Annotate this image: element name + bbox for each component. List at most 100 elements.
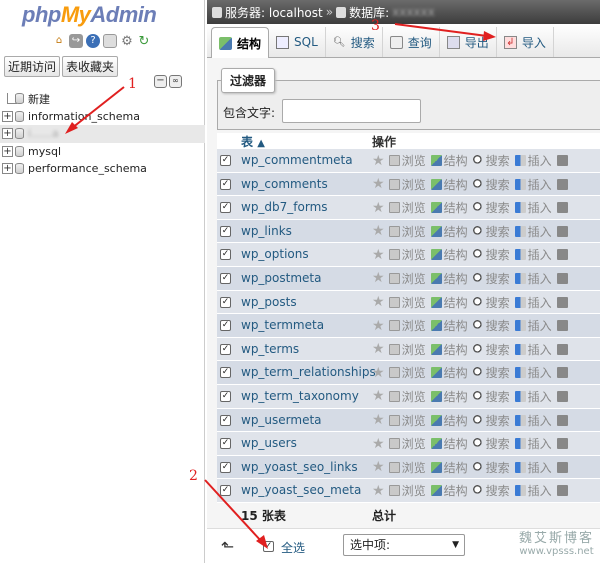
browse-action[interactable]: 浏览	[388, 176, 426, 193]
table-name-link[interactable]: wp_options	[241, 247, 309, 261]
insert-action[interactable]: 插入	[514, 152, 552, 169]
expand-icon[interactable]: +	[2, 145, 13, 157]
table-name-link[interactable]: wp_yoast_seo_meta	[241, 483, 361, 497]
table-row[interactable]: ✓ wp_term_taxonomy ★ 浏览 结构 搜索 插入	[217, 384, 600, 409]
tree-item-new[interactable]: 新建	[0, 90, 205, 108]
star-icon[interactable]: ★	[372, 460, 385, 474]
table-row[interactable]: ✓ wp_termmeta ★ 浏览 结构 搜索 插入	[217, 314, 600, 338]
structure-action[interactable]: 结构	[430, 294, 468, 311]
row-checkbox[interactable]: ✓	[220, 461, 231, 473]
star-icon[interactable]: ★	[372, 224, 385, 238]
browse-action[interactable]: 浏览	[388, 223, 426, 240]
empty-action[interactable]	[556, 414, 570, 426]
empty-action[interactable]	[556, 272, 570, 284]
empty-action[interactable]	[556, 155, 570, 166]
insert-action[interactable]: 插入	[514, 482, 552, 499]
row-checkbox[interactable]: ✓	[220, 320, 231, 332]
tree-item-information-schema[interactable]: + information_schema	[0, 108, 205, 126]
recent-tables-button[interactable]: 近期访问	[4, 56, 61, 77]
star-icon[interactable]: ★	[372, 154, 385, 168]
insert-action[interactable]: 插入	[514, 294, 552, 311]
settings-icon[interactable]: ⚙	[120, 34, 134, 48]
tab-query[interactable]: 查询	[383, 27, 440, 57]
row-checkbox[interactable]: ✓	[220, 225, 231, 237]
table-row[interactable]: ✓ wp_comments ★ 浏览 结构 搜索 插入	[217, 172, 600, 197]
breadcrumb-server[interactable]: 服务器: localhost	[225, 4, 323, 21]
structure-action[interactable]: 结构	[430, 482, 468, 499]
search-action[interactable]: 搜索	[472, 294, 510, 311]
star-icon[interactable]: ★	[372, 437, 385, 451]
insert-action[interactable]: 插入	[514, 246, 552, 263]
table-row[interactable]: ✓ wp_users ★ 浏览 结构 搜索 插入	[217, 432, 600, 456]
structure-action[interactable]: 结构	[430, 435, 468, 452]
browse-action[interactable]: 浏览	[388, 152, 426, 169]
table-row[interactable]: ✓ wp_db7_forms ★ 浏览 结构 搜索 插入	[217, 196, 600, 220]
tab-structure[interactable]: 结构	[211, 27, 270, 58]
empty-action[interactable]	[556, 225, 570, 237]
table-row[interactable]: ✓ wp_yoast_seo_meta ★ 浏览 结构 搜索 插入	[217, 479, 600, 503]
insert-action[interactable]: 插入	[514, 270, 552, 287]
search-action[interactable]: 搜索	[472, 412, 510, 429]
row-checkbox[interactable]: ✓	[220, 485, 231, 497]
tree-item-selected-db[interactable]: + i......a	[0, 125, 205, 143]
table-row[interactable]: ✓ wp_links ★ 浏览 结构 搜索 插入	[217, 219, 600, 244]
star-icon[interactable]: ★	[372, 248, 385, 262]
table-row[interactable]: ✓ wp_posts ★ 浏览 结构 搜索 插入	[217, 290, 600, 315]
tab-import[interactable]: ↲ 导入	[497, 27, 554, 57]
empty-action[interactable]	[556, 296, 570, 308]
favorite-tables-button[interactable]: 表收藏夹	[62, 56, 119, 77]
insert-action[interactable]: 插入	[514, 176, 552, 193]
expand-icon[interactable]: +	[2, 128, 13, 140]
insert-action[interactable]: 插入	[514, 364, 552, 381]
table-row[interactable]: ✓ wp_usermeta ★ 浏览 结构 搜索 插入	[217, 408, 600, 433]
insert-action[interactable]: 插入	[514, 412, 552, 429]
star-icon[interactable]: ★	[372, 177, 385, 191]
row-checkbox[interactable]: ✓	[220, 438, 231, 450]
breadcrumb-database[interactable]: 数据库:	[349, 4, 389, 21]
table-row[interactable]: ✓ wp_yoast_seo_links ★ 浏览 结构 搜索 插入	[217, 455, 600, 480]
structure-action[interactable]: 结构	[430, 364, 468, 381]
star-icon[interactable]: ★	[372, 295, 385, 309]
row-checkbox[interactable]: ✓	[220, 390, 231, 402]
insert-action[interactable]: 插入	[514, 223, 552, 240]
table-name-header[interactable]: 表 ▲	[241, 133, 265, 150]
insert-action[interactable]: 插入	[514, 341, 552, 358]
table-row[interactable]: ✓ wp_options ★ 浏览 结构 搜索 插入	[217, 243, 600, 267]
insert-action[interactable]: 插入	[514, 388, 552, 405]
row-checkbox[interactable]: ✓	[220, 202, 231, 214]
row-checkbox[interactable]: ✓	[220, 178, 231, 190]
filter-input[interactable]	[282, 99, 421, 123]
search-action[interactable]: 搜索	[472, 459, 510, 476]
table-name-link[interactable]: wp_postmeta	[241, 271, 321, 285]
star-icon[interactable]: ★	[372, 201, 385, 215]
insert-action[interactable]: 插入	[514, 317, 552, 334]
browse-action[interactable]: 浏览	[388, 294, 426, 311]
tab-export[interactable]: 导出	[440, 27, 497, 57]
structure-action[interactable]: 结构	[430, 317, 468, 334]
search-action[interactable]: 搜索	[472, 176, 510, 193]
star-icon[interactable]: ★	[372, 366, 385, 380]
row-checkbox[interactable]: ✓	[220, 249, 231, 261]
browse-action[interactable]: 浏览	[388, 246, 426, 263]
search-action[interactable]: 搜索	[472, 341, 510, 358]
table-name-link[interactable]: wp_links	[241, 224, 292, 238]
insert-action[interactable]: 插入	[514, 435, 552, 452]
row-checkbox[interactable]: ✓	[220, 414, 231, 426]
table-row[interactable]: ✓ wp_commentmeta ★ 浏览 结构 搜索 插入	[217, 149, 600, 173]
structure-action[interactable]: 结构	[430, 152, 468, 169]
empty-action[interactable]	[556, 485, 570, 497]
structure-action[interactable]: 结构	[430, 199, 468, 216]
structure-action[interactable]: 结构	[430, 270, 468, 287]
empty-action[interactable]	[556, 343, 570, 355]
table-name-link[interactable]: wp_usermeta	[241, 413, 322, 427]
exit-icon[interactable]: ↪	[69, 34, 83, 48]
check-all-label[interactable]: 全选	[281, 539, 305, 556]
row-checkbox[interactable]: ✓	[220, 343, 231, 355]
structure-action[interactable]: 结构	[430, 176, 468, 193]
search-action[interactable]: 搜索	[472, 388, 510, 405]
tree-item-mysql[interactable]: + mysql	[0, 143, 205, 161]
table-name-link[interactable]: wp_term_relationships	[241, 365, 376, 379]
search-action[interactable]: 搜索	[472, 223, 510, 240]
star-icon[interactable]: ★	[372, 319, 385, 333]
search-action[interactable]: 搜索	[472, 435, 510, 452]
